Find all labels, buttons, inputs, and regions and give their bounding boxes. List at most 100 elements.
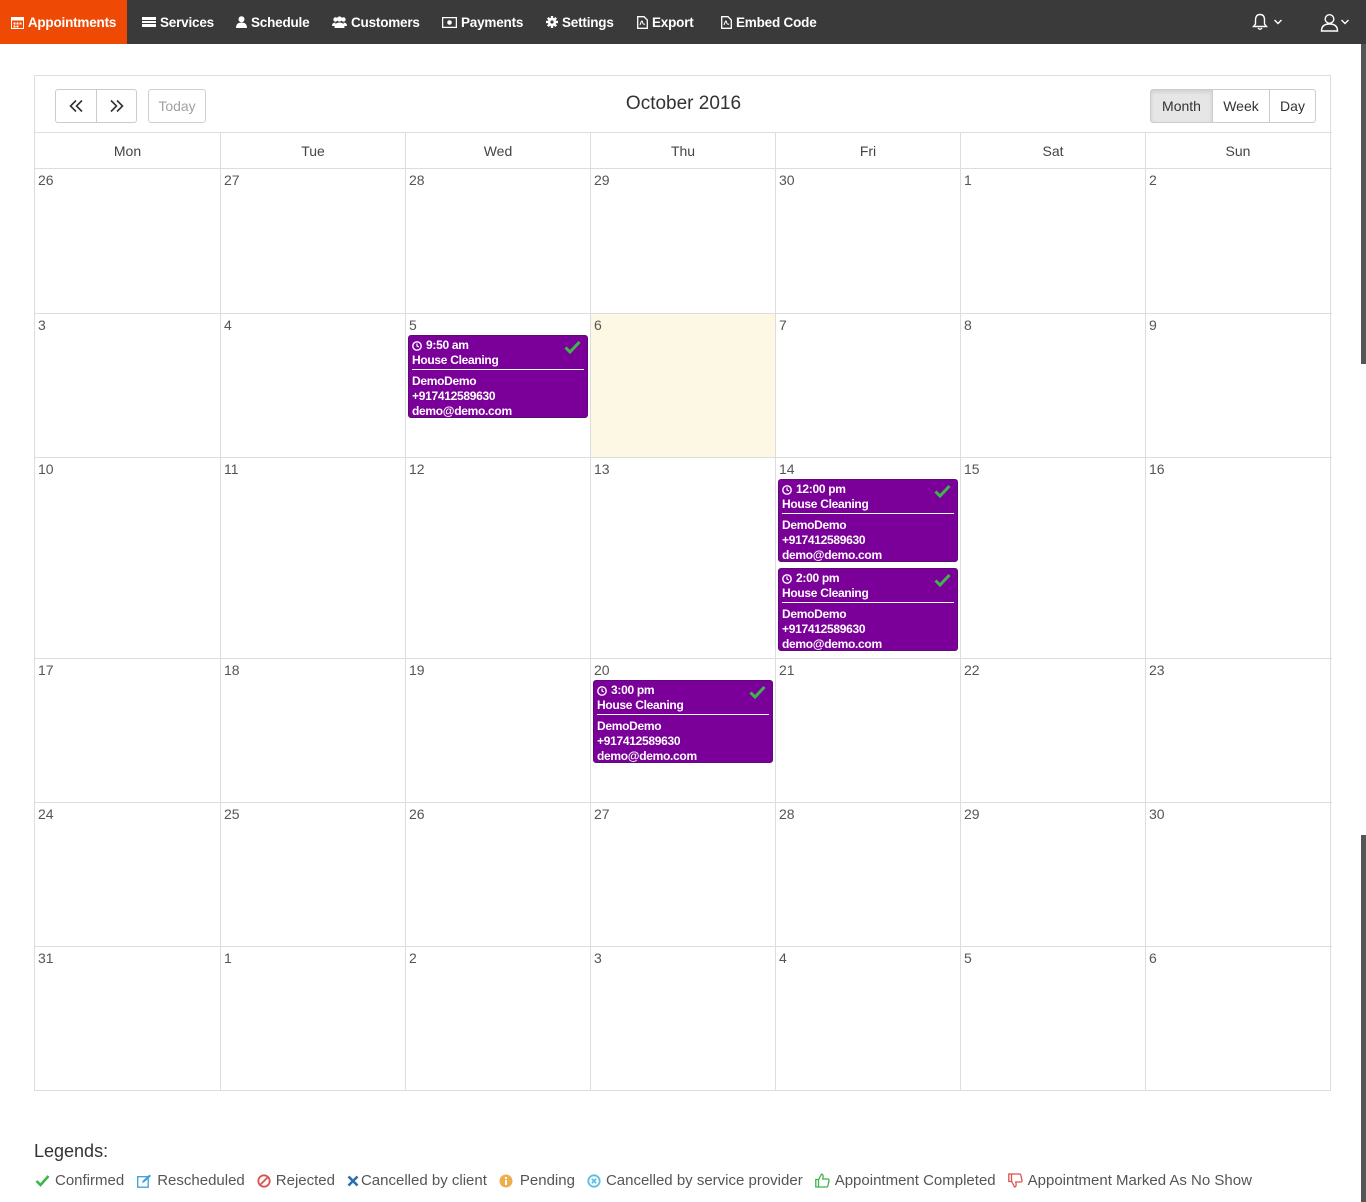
day-number: 6 — [1149, 950, 1157, 966]
day-number: 21 — [779, 662, 795, 678]
notifications-menu[interactable] — [1251, 0, 1283, 44]
day-cell-mon[interactable]: 17 — [35, 659, 220, 802]
day-number: 30 — [779, 172, 795, 188]
nav-export[interactable]: Export — [637, 0, 694, 44]
edit-icon — [137, 1174, 152, 1188]
day-cell-sat[interactable]: 29 — [960, 803, 1145, 946]
day-number: 19 — [409, 662, 425, 678]
day-cell-thu[interactable]: 3 — [590, 947, 775, 1091]
times-icon — [347, 1175, 359, 1186]
clock-icon — [412, 340, 422, 351]
day-cell-wed[interactable]: 19 — [405, 659, 590, 802]
event-time-row: 9:50 am — [412, 338, 584, 353]
day-cell-sun[interactable]: 9 — [1145, 314, 1330, 457]
day-number: 14 — [779, 461, 795, 477]
event-customer-name: DemoDemo — [782, 607, 847, 621]
weekday-mon: Mon — [113, 142, 142, 159]
day-cell-sat[interactable]: 15 — [960, 458, 1145, 658]
day-cell-tue[interactable]: 11 — [220, 458, 405, 658]
nav-payments-label: Payments — [461, 14, 524, 30]
day-number: 10 — [38, 461, 54, 477]
day-cell-tue[interactable]: 18 — [220, 659, 405, 802]
clock-icon — [782, 484, 792, 495]
day-number: 27 — [594, 806, 610, 822]
nav-services-label: Services — [160, 14, 214, 30]
day-cell-thu[interactable]: 13 — [590, 458, 775, 658]
nav-payments[interactable]: Payments — [442, 0, 523, 44]
day-cell-mon[interactable]: 3 — [35, 314, 220, 457]
check-icon — [934, 573, 951, 587]
nav-embed-code[interactable]: Embed Code — [721, 0, 817, 44]
users-icon — [332, 16, 347, 28]
nav-customers[interactable]: Customers — [332, 0, 420, 44]
day-cell-tue[interactable]: 25 — [220, 803, 405, 946]
day-cell-fri[interactable]: 28 — [775, 803, 960, 946]
day-cell-sun[interactable]: 16 — [1145, 458, 1330, 658]
day-cell-sat[interactable]: 22 — [960, 659, 1145, 802]
day-cell-mon[interactable]: 26 — [35, 169, 220, 313]
nav-appointments-label: Appointments — [27, 14, 117, 30]
day-cell-wed[interactable]: 5 9:50 am House Cleaning DemoDemo +917412589… — [405, 314, 590, 457]
day-number: 3 — [38, 317, 46, 333]
day-cell-sun[interactable]: 23 — [1145, 659, 1330, 802]
chevron-down-icon — [1274, 19, 1282, 25]
day-number: 4 — [779, 950, 787, 966]
nav-schedule[interactable]: Schedule — [236, 0, 310, 44]
day-cell-mon[interactable]: 10 — [35, 458, 220, 658]
day-cell-wed[interactable]: 28 — [405, 169, 590, 313]
weekday-header: Mon Tue Wed Thu Fri Sat Sun — [35, 132, 1332, 169]
day-cell-thu[interactable]: 27 — [590, 803, 775, 946]
day-cell-sat[interactable]: 8 — [960, 314, 1145, 457]
day-cell-fri[interactable]: 14 12:00 pm House Cleaning DemoDemo +9174125… — [775, 458, 960, 658]
day-cell-tue[interactable]: 4 — [220, 314, 405, 457]
day-cell-fri[interactable]: 4 — [775, 947, 960, 1091]
appointment-event[interactable]: 9:50 am House Cleaning DemoDemo +9174125896… — [408, 335, 588, 418]
gear-icon — [546, 16, 558, 28]
day-cell-sun[interactable]: 6 — [1145, 947, 1330, 1091]
scrollbar-thumb-lower[interactable] — [1361, 835, 1366, 1202]
event-service: House Cleaning — [597, 698, 769, 715]
view-day-button[interactable]: Day — [1269, 89, 1316, 123]
day-cell-sun[interactable]: 30 — [1145, 803, 1330, 946]
user-icon — [236, 16, 247, 28]
day-number: 23 — [1149, 662, 1165, 678]
day-cell-wed[interactable]: 26 — [405, 803, 590, 946]
appointment-event[interactable]: 3:00 pm House Cleaning DemoDemo +9174125896… — [593, 680, 773, 763]
day-cell-sun[interactable]: 2 — [1145, 169, 1330, 313]
day-cell-tue[interactable]: 27 — [220, 169, 405, 313]
calendar-icon — [10, 16, 24, 29]
nav-settings-label: Settings — [562, 14, 614, 30]
day-cell-tue[interactable]: 1 — [220, 947, 405, 1091]
appointment-event[interactable]: 12:00 pm House Cleaning DemoDemo +917412589… — [778, 479, 958, 562]
event-email: demo@demo.com — [782, 548, 882, 562]
day-cell-fri[interactable]: 30 — [775, 169, 960, 313]
day-cell-fri[interactable]: 7 — [775, 314, 960, 457]
day-cell-mon[interactable]: 24 — [35, 803, 220, 946]
month-grid: Mon Tue Wed Thu Fri Sat Sun 26 27 28 29 30 1 2… — [35, 132, 1332, 1091]
day-cell-wed[interactable]: 12 — [405, 458, 590, 658]
day-cell-sat[interactable]: 5 — [960, 947, 1145, 1091]
event-time-row: 2:00 pm — [782, 571, 954, 586]
day-cell-mon[interactable]: 31 — [35, 947, 220, 1091]
nav-settings[interactable]: Settings — [546, 0, 614, 44]
view-month-button[interactable]: Month — [1150, 89, 1213, 123]
day-cell-fri[interactable]: 21 — [775, 659, 960, 802]
day-cell-sat[interactable]: 1 — [960, 169, 1145, 313]
view-week-button[interactable]: Week — [1212, 89, 1270, 123]
day-number: 20 — [594, 662, 610, 678]
event-service: House Cleaning — [412, 353, 584, 370]
day-cell-thu[interactable]: 20 3:00 pm House Cleaning DemoDemo +91741258… — [590, 659, 775, 802]
day-cell-thu[interactable]: 6 — [590, 314, 775, 457]
day-cell-wed[interactable]: 2 — [405, 947, 590, 1091]
scrollbar-thumb[interactable] — [1361, 44, 1366, 364]
nav-appointments[interactable]: Appointments — [0, 0, 127, 44]
nav-services[interactable]: Services — [142, 0, 214, 44]
user-menu[interactable] — [1320, 0, 1350, 44]
legend-cancelled-provider: Cancelled by service provider — [587, 1172, 803, 1189]
pdf-icon — [721, 15, 732, 29]
pdf-icon — [637, 15, 648, 29]
clock-icon — [597, 685, 607, 696]
day-cell-thu[interactable]: 29 — [590, 169, 775, 313]
event-email: demo@demo.com — [412, 404, 512, 418]
appointment-event[interactable]: 2:00 pm House Cleaning DemoDemo +9174125896… — [778, 568, 958, 651]
